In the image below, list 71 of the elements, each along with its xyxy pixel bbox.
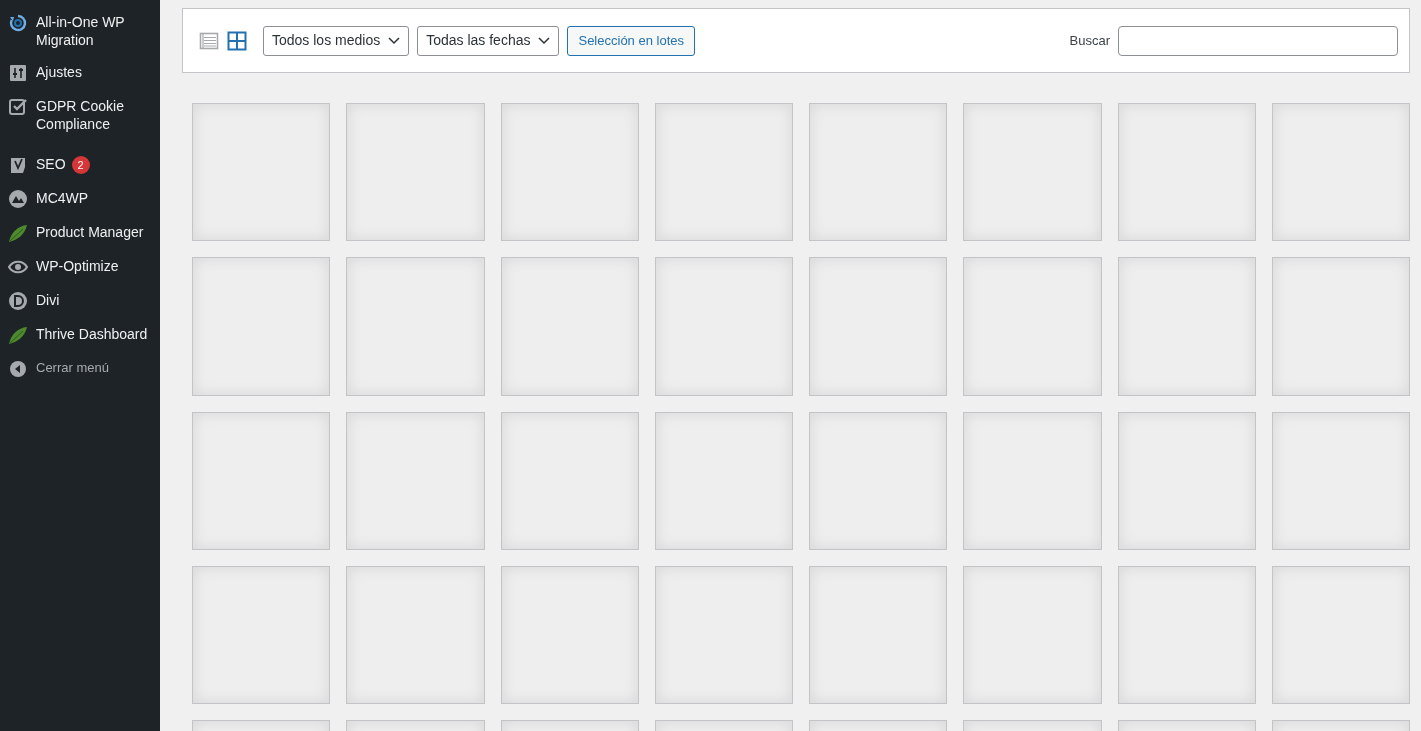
- filter-dropdown[interactable]: Todos los medios: [263, 25, 410, 56]
- bulk-select-button[interactable]: Selección en lotes: [567, 25, 695, 56]
- menu-label: Product Manager: [36, 224, 144, 240]
- media-tile[interactable]: [192, 565, 331, 704]
- media-tile[interactable]: [963, 103, 1102, 242]
- media-tile[interactable]: [192, 103, 331, 242]
- notification-count: 2: [71, 156, 90, 174]
- menu-label: Thrive Dashboard: [36, 326, 148, 342]
- list-view-icon[interactable]: [199, 30, 219, 51]
- media-tile[interactable]: [346, 257, 485, 396]
- media-tile[interactable]: [963, 257, 1102, 396]
- menu-label: All-in-One WP Migration: [36, 14, 125, 48]
- sidebar-item[interactable]: SEO 2: [0, 148, 160, 182]
- cycle-icon: [8, 13, 28, 33]
- media-tile[interactable]: [346, 103, 485, 242]
- media-tile[interactable]: [1271, 103, 1410, 242]
- media-tile[interactable]: [500, 103, 639, 242]
- media-tile[interactable]: [1117, 411, 1256, 550]
- menu-label: GDPR Cookie Compliance: [36, 98, 124, 132]
- menu-label: Ajustes: [36, 64, 82, 80]
- media-tile[interactable]: [654, 257, 793, 396]
- media-tile[interactable]: [500, 257, 639, 396]
- menu-label: MC4WP: [36, 190, 89, 206]
- collapse-menu-link[interactable]: Cerrar menú: [0, 352, 160, 386]
- media-tile[interactable]: [500, 565, 639, 704]
- mountain-icon: [8, 189, 28, 209]
- leaf-icon: [8, 325, 28, 345]
- sidebar-item[interactable]: GDPR Cookie Compliance: [0, 90, 160, 140]
- media-tile[interactable]: [1271, 565, 1410, 704]
- sliders-icon: [8, 63, 28, 83]
- media-tile[interactable]: [1117, 257, 1256, 396]
- media-tile[interactable]: [1117, 103, 1256, 242]
- media-tile[interactable]: [1271, 257, 1410, 396]
- media-tile[interactable]: [346, 565, 485, 704]
- sidebar-item[interactable]: WP-Optimize: [0, 250, 160, 284]
- filter-dropdown[interactable]: Todas las fechas: [417, 25, 560, 56]
- media-tile[interactable]: [654, 103, 793, 242]
- shield-icon: [8, 155, 28, 175]
- collapse-icon: [8, 359, 28, 379]
- media-tile[interactable]: [809, 103, 948, 242]
- search-field[interactable]: [1118, 25, 1398, 56]
- media-tile[interactable]: [809, 565, 948, 704]
- menu-label: Divi: [36, 292, 60, 308]
- sidebar-item[interactable]: Product Manager: [0, 216, 160, 250]
- media-tile[interactable]: [500, 411, 639, 550]
- media-tile[interactable]: [963, 411, 1102, 550]
- media-tile[interactable]: [192, 257, 331, 396]
- menu-label: Cerrar menú: [36, 360, 109, 375]
- media-tile[interactable]: [1117, 565, 1256, 704]
- media-tile[interactable]: [809, 411, 948, 550]
- chevron-down-icon: [388, 36, 401, 45]
- sidebar-item[interactable]: MC4WP: [0, 182, 160, 216]
- media-tile[interactable]: [192, 411, 331, 550]
- disc-icon: [8, 291, 28, 311]
- media-tile[interactable]: [1271, 411, 1410, 550]
- sidebar-item[interactable]: Ajustes: [0, 56, 160, 90]
- search-label: Buscar: [1069, 31, 1110, 50]
- media-tile[interactable]: [346, 411, 485, 550]
- sidebar-item[interactable]: All-in-One WP Migration: [0, 6, 160, 56]
- media-tile[interactable]: [654, 411, 793, 550]
- sidebar-item[interactable]: Divi: [0, 284, 160, 318]
- chevron-down-icon: [538, 36, 551, 45]
- grid-view-icon[interactable]: [227, 30, 247, 51]
- media-tile[interactable]: [809, 257, 948, 396]
- media-tile[interactable]: [654, 565, 793, 704]
- menu-label: SEO: [36, 156, 66, 172]
- media-tile[interactable]: [963, 565, 1102, 704]
- checkbox-icon: [8, 97, 28, 117]
- menu-label: WP-Optimize: [36, 258, 119, 274]
- leaf-icon: [8, 223, 28, 243]
- sidebar-item[interactable]: Thrive Dashboard: [0, 318, 160, 352]
